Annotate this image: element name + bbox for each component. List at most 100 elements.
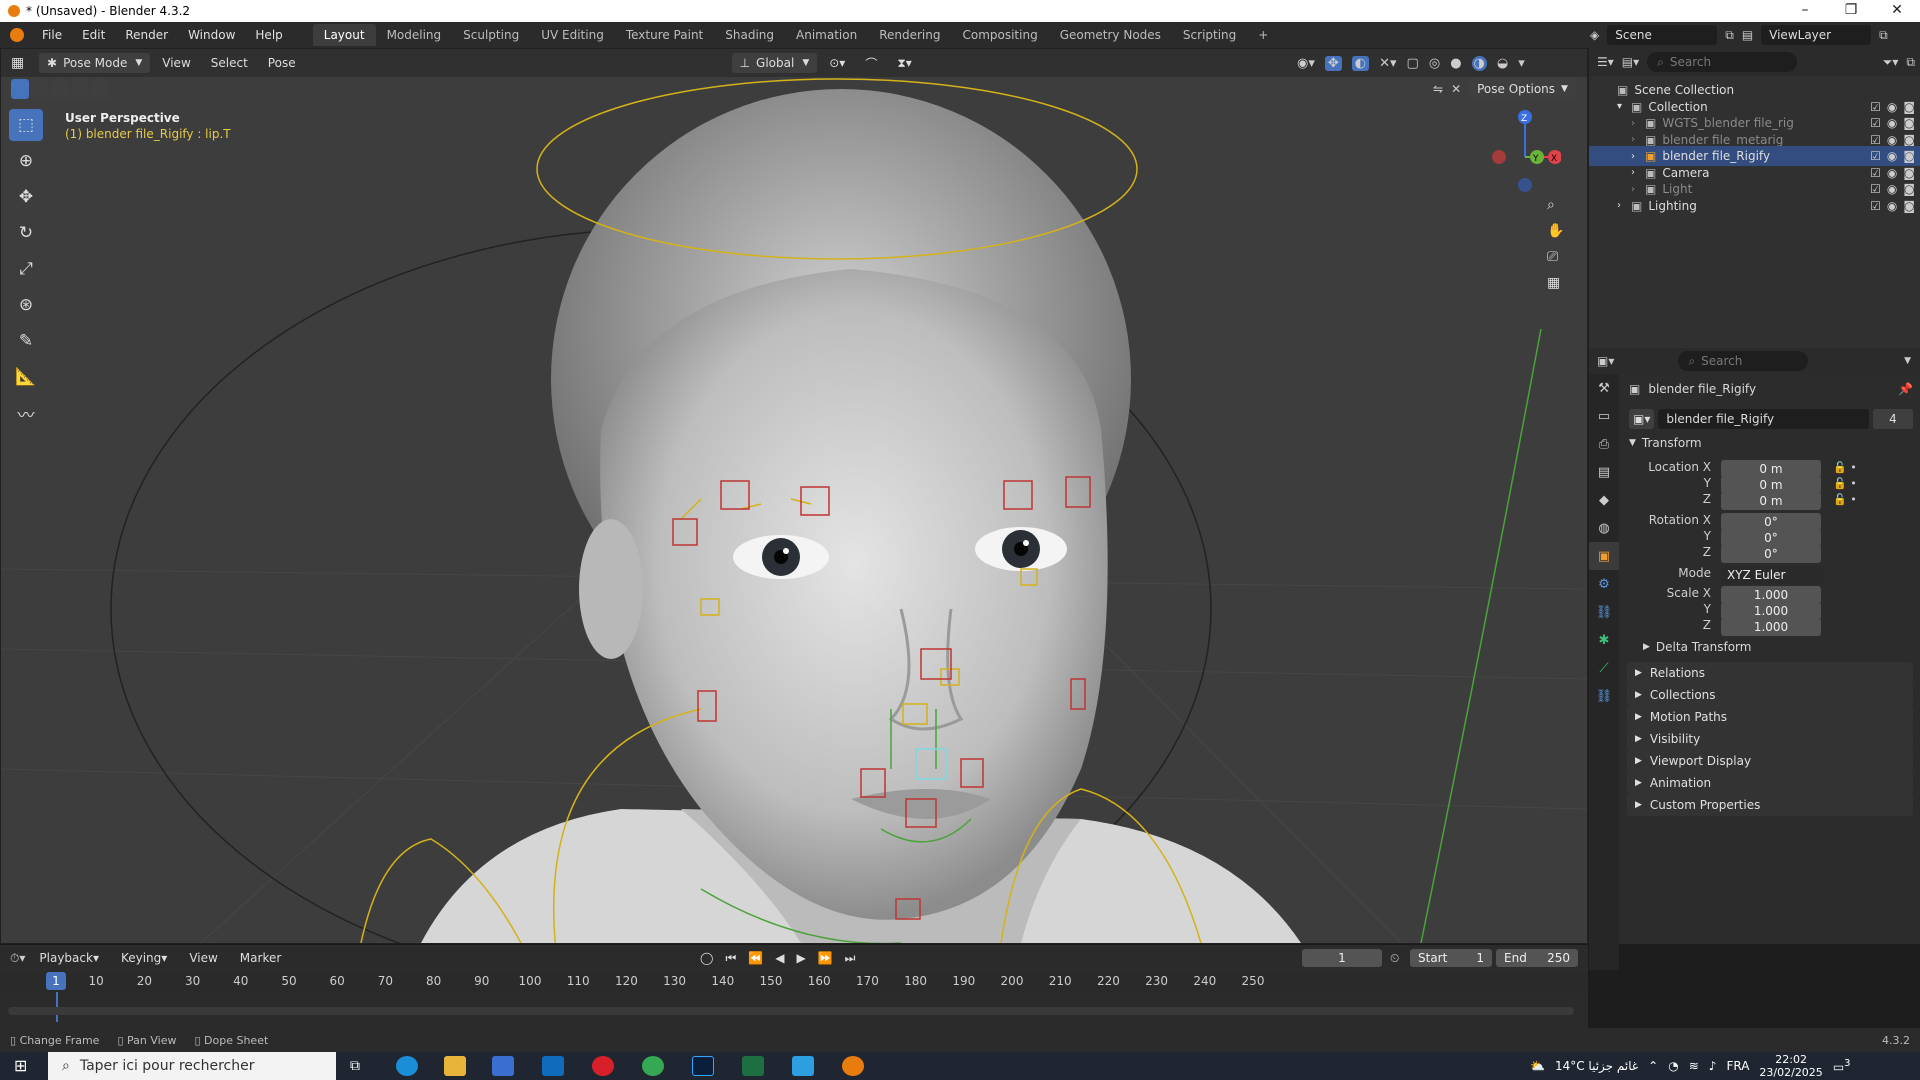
editor-type-icon[interactable]: ▦ [11, 55, 35, 71]
close-icon[interactable]: ✕ [1451, 82, 1461, 96]
checkbox-icon[interactable]: ☑ [1870, 149, 1881, 163]
menu-select[interactable]: Select [203, 53, 256, 73]
pivot-icon[interactable]: ⊙▾ [821, 53, 853, 73]
camera-render-icon[interactable]: ◙ [1903, 199, 1915, 213]
relax-icon[interactable]: 〰 [9, 397, 43, 429]
camera-render-icon[interactable]: ◙ [1903, 116, 1915, 130]
camera-render-icon[interactable]: ◙ [1903, 133, 1915, 147]
menu-render[interactable]: Render [115, 28, 178, 42]
wifi-icon[interactable]: ≋ [1689, 1059, 1699, 1073]
expand-chevron-icon[interactable]: ▾ [1617, 101, 1631, 112]
outliner-editor-icon[interactable]: ☰▾ [1597, 55, 1614, 69]
select-extend-icon[interactable] [31, 79, 49, 99]
solid-shading-icon[interactable]: ● [1450, 56, 1461, 71]
render-tab-icon[interactable]: ▭ [1589, 402, 1619, 430]
jump-end-icon[interactable]: ⏭ [845, 951, 856, 966]
properties-editor-icon[interactable]: ▣▾ [1597, 354, 1614, 368]
camera-view-icon[interactable]: ⎚ [1547, 249, 1564, 265]
filter-icon[interactable]: ⏷▾ [1883, 55, 1899, 70]
rotation-mode-select[interactable]: XYZ Euler [1721, 566, 1823, 584]
camera-render-icon[interactable]: ◙ [1903, 149, 1915, 163]
orientation-selector[interactable]: ⊥ Global ▼ [731, 53, 818, 73]
tab-uv-editing[interactable]: UV Editing [530, 24, 615, 46]
opera-icon[interactable] [592, 1056, 614, 1076]
menu-marker[interactable]: Marker [232, 948, 289, 968]
play-icon[interactable]: ▶ [796, 951, 805, 966]
bone-tab-icon[interactable]: ⟋ [1589, 654, 1619, 682]
select-difference-icon[interactable] [71, 79, 89, 99]
jump-keyframe-back-icon[interactable]: ⏪ [748, 951, 763, 966]
jump-keyframe-forward-icon[interactable]: ⏩ [818, 951, 833, 966]
rotation-z-field[interactable]: 0° [1721, 545, 1821, 563]
overlay-toggle-icon[interactable]: ◐ [1351, 55, 1370, 71]
menu-pose[interactable]: Pose [260, 53, 304, 73]
photoshop-icon[interactable] [692, 1056, 714, 1076]
expand-chevron-icon[interactable]: › [1631, 118, 1645, 129]
restore-button[interactable]: ❐ [1828, 0, 1874, 22]
checkbox-icon[interactable]: ☑ [1870, 199, 1881, 213]
checkbox-icon[interactable]: ☑ [1870, 116, 1881, 130]
playhead[interactable]: 1 [46, 972, 66, 990]
viewlayer-selector[interactable]: ViewLayer [1761, 25, 1872, 45]
panel-section[interactable]: ▶ Custom Properties [1627, 794, 1913, 816]
weather-label[interactable]: 14°C غائم جزئيا [1555, 1059, 1638, 1073]
minimize-button[interactable]: – [1782, 0, 1828, 22]
volume-icon[interactable]: ♪ [1709, 1059, 1717, 1073]
material-shading-icon[interactable]: ◑ [1471, 55, 1487, 71]
timeline-editor-icon[interactable]: ⏱▾ [10, 951, 25, 966]
world-tab-icon[interactable]: ◍ [1589, 514, 1619, 542]
checkbox-icon[interactable]: ☑ [1870, 100, 1881, 114]
checkbox-icon[interactable]: ☑ [1870, 133, 1881, 147]
menu-window[interactable]: Window [178, 28, 245, 42]
panel-section[interactable]: ▶ Collections [1627, 684, 1913, 706]
menu-view[interactable]: View [181, 948, 225, 968]
lock-icon[interactable]: 🔓 • [1833, 492, 1863, 508]
chevron-up-icon[interactable]: ⌃ [1648, 1059, 1658, 1073]
eye-icon[interactable]: ◉ [1887, 116, 1897, 130]
xray-icon[interactable]: ▢ [1407, 56, 1419, 71]
pan-hand-icon[interactable]: ✋ [1547, 223, 1564, 239]
annotate-icon[interactable]: ✎ [9, 325, 43, 357]
output-tab-icon[interactable]: ⎙ [1589, 430, 1619, 458]
expand-chevron-icon[interactable]: › [1617, 200, 1631, 211]
armature-data-tab-icon[interactable]: ✱ [1589, 626, 1619, 654]
lock-icon[interactable]: 🔓 • [1833, 460, 1863, 476]
datablock-name-field[interactable]: blender file_Rigify [1658, 409, 1869, 429]
new-scene-icon[interactable]: ⧉ [1725, 28, 1734, 43]
menu-keying[interactable]: Keying ▾ [113, 948, 175, 968]
users-count[interactable]: 4 [1873, 409, 1913, 429]
checkbox-icon[interactable]: ☑ [1870, 182, 1881, 196]
panel-section[interactable]: ▶ Motion Paths [1627, 706, 1913, 728]
eye-icon[interactable]: ◉ [1887, 133, 1897, 147]
tab-animation[interactable]: Animation [785, 24, 868, 46]
expand-chevron-icon[interactable]: › [1631, 167, 1645, 178]
start-frame-field[interactable]: Start 1 [1410, 949, 1492, 967]
visibility-icon[interactable]: ◉▾ [1297, 56, 1315, 71]
display-mode-icon[interactable]: ▤▾ [1622, 55, 1639, 69]
pin-icon[interactable]: 📌 [1898, 382, 1913, 396]
move-icon[interactable]: ✥ [9, 181, 43, 213]
new-viewlayer-icon[interactable]: ⧉ [1879, 28, 1888, 43]
constraint-tab-icon[interactable]: ⛓ [1589, 598, 1619, 626]
edge-icon[interactable] [396, 1056, 418, 1076]
scene-tab-icon[interactable]: ◆ [1589, 486, 1619, 514]
tab-rendering[interactable]: Rendering [868, 24, 951, 46]
scale-z-field[interactable]: 1.000 [1721, 618, 1821, 636]
lock-icon[interactable]: 🔓 • [1833, 476, 1863, 492]
network-icon[interactable]: ◔ [1668, 1059, 1678, 1073]
close-button[interactable]: ✕ [1874, 0, 1920, 22]
excel-icon[interactable] [742, 1056, 764, 1076]
object-tab-icon[interactable]: ▣ [1589, 542, 1619, 570]
jump-start-icon[interactable]: ⏮ [725, 951, 736, 966]
tab-geometry-nodes[interactable]: Geometry Nodes [1049, 24, 1172, 46]
menu-playback[interactable]: Playback ▾ [31, 948, 107, 968]
play-reverse-icon[interactable]: ◀ [775, 951, 784, 966]
transform-icon[interactable]: ⊛ [9, 289, 43, 321]
outlook-icon[interactable] [542, 1056, 564, 1076]
menu-edit[interactable]: Edit [72, 28, 115, 42]
gizmo-toggle-icon[interactable]: ✥ [1324, 55, 1342, 71]
camera-render-icon[interactable]: ◙ [1903, 182, 1915, 196]
select-box-icon[interactable]: ⬚ [9, 109, 43, 141]
tab-shading[interactable]: Shading [714, 24, 785, 46]
zoom-icon[interactable]: ⌕ [1547, 197, 1564, 213]
